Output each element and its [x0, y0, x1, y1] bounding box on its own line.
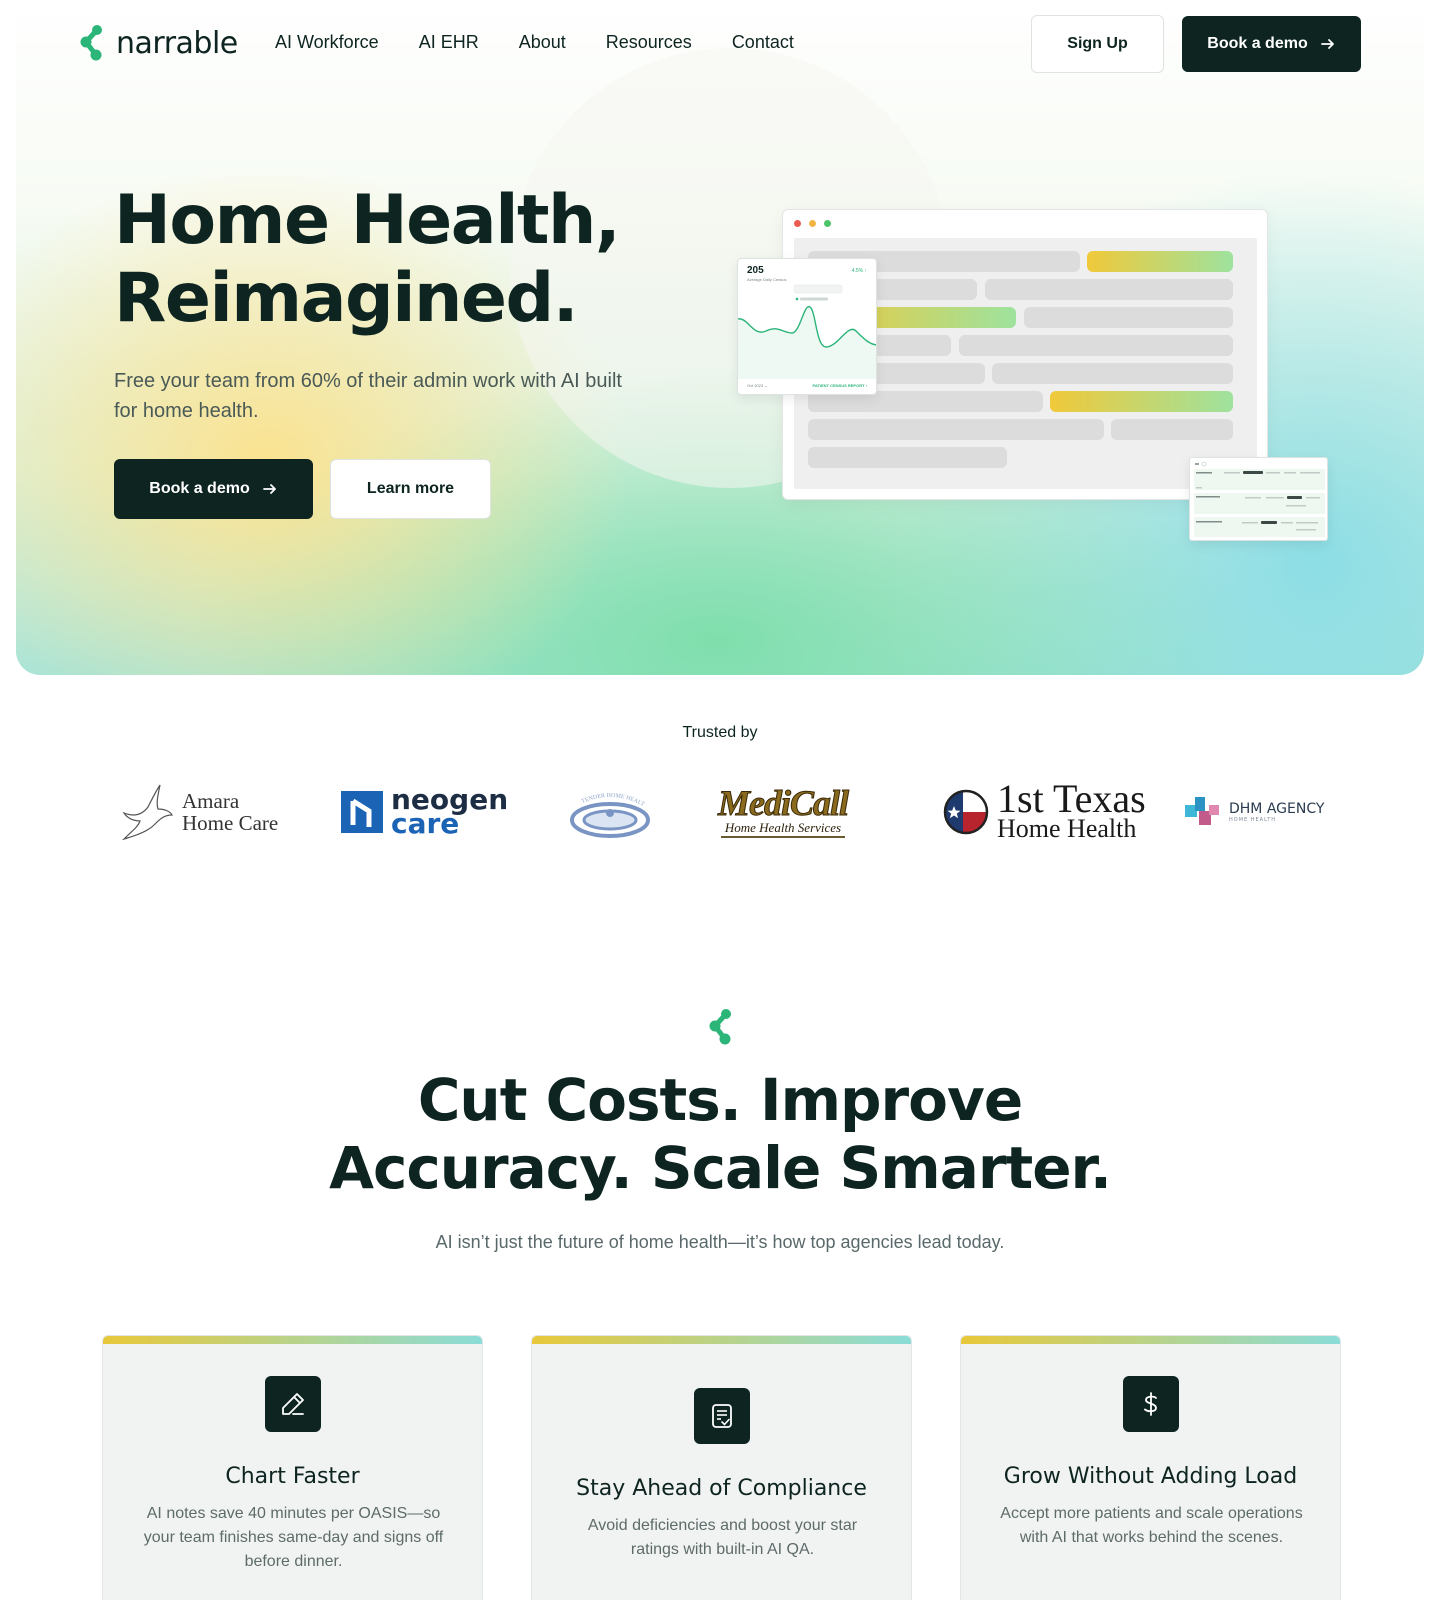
dove-icon — [121, 784, 173, 841]
card-title: Stay Ahead of Compliance — [576, 1476, 867, 1501]
arrow-right-icon — [262, 484, 276, 494]
first-texas-home-health-logo: 1st Texas Home Health — [943, 776, 1146, 844]
hero-book-demo-button[interactable]: Book a demo — [114, 459, 313, 519]
nav-link-resources[interactable]: Resources — [606, 32, 692, 53]
maximize-dot-icon — [824, 220, 831, 227]
hero-book-demo-label: Book a demo — [149, 480, 250, 497]
narrable-logo-icon — [80, 25, 102, 61]
nav-link-ai-workforce[interactable]: AI Workforce — [275, 32, 379, 53]
medicall-line-2: Home Health Services — [720, 820, 846, 838]
highlight-bar — [1050, 391, 1233, 412]
document-check-icon — [712, 1404, 732, 1428]
medicall-logo: MediCall Home Health Services — [717, 780, 850, 844]
section-title-line-2: Accuracy. Scale Smarter. — [329, 1134, 1112, 1202]
placeholder-bar — [985, 279, 1233, 300]
dhm-line-2: HOME HEALTH — [1229, 817, 1277, 823]
nav-link-contact[interactable]: Contact — [732, 32, 794, 53]
dhm-agency-logo: DHM AGENCY HOME HEALTH — [1185, 780, 1324, 844]
card-icon-badge — [1123, 1376, 1179, 1432]
card-text: Accept more patients and scale operation… — [1000, 1505, 1303, 1546]
card-icon-badge — [694, 1388, 750, 1444]
census-period-select: Oct 2023 ⌄ — [747, 383, 768, 388]
feature-card-grow: Grow Without Adding Load Accept more pat… — [960, 1335, 1341, 1600]
feature-card-compliance: Stay Ahead of Compliance Avoid deficienc… — [531, 1335, 912, 1600]
pencil-icon — [282, 1393, 304, 1415]
placeholder-bar — [959, 335, 1233, 356]
learn-more-label: Learn more — [366, 480, 455, 497]
sign-up-button[interactable]: Sign Up — [1031, 15, 1164, 73]
schedule-mini-table — [1194, 461, 1325, 537]
hero-title-line-2: Reimagined. — [114, 259, 579, 338]
tender-home-health-logo: TENDER HOME HEALTH — [569, 780, 651, 844]
window-controls — [794, 220, 831, 227]
texas-flag-circle-icon — [943, 789, 989, 835]
neogen-care-logo: neogen care — [341, 780, 508, 844]
client-logos: Amara Home Care neogen care TENDER HOME … — [0, 776, 1440, 844]
arrow-right-icon — [1320, 39, 1334, 49]
census-report-link: PATIENT CENSUS REPORT › — [812, 383, 867, 388]
highlight-bar — [1087, 251, 1233, 272]
sign-up-label: Sign Up — [1067, 35, 1128, 52]
placeholder-bar — [992, 363, 1233, 384]
census-mini-chart-card: 205 Average Daily Census 4.5% ↑ Oct 2023… — [737, 258, 877, 395]
first-texas-line-2: Home Health — [997, 814, 1137, 843]
card-gradient-bar — [532, 1336, 911, 1344]
hero-subtitle: Free your team from 60% of their admin w… — [114, 370, 622, 422]
nav-book-demo-label: Book a demo — [1207, 35, 1308, 52]
dhm-mark-icon — [1185, 797, 1219, 825]
card-title: Chart Faster — [225, 1464, 360, 1489]
section-title-line-1: Cut Costs. Improve — [417, 1066, 1023, 1134]
dhm-line-1: DHM AGENCY — [1229, 801, 1325, 817]
hero-title: Home Health, Reimagined. — [114, 182, 674, 338]
logo-link[interactable]: narrable — [78, 24, 238, 62]
section-title: Cut Costs. Improve Accuracy. Scale Smart… — [0, 1066, 1440, 1202]
close-dot-icon — [794, 220, 801, 227]
feature-card-chart-faster: Chart Faster AI notes save 40 minutes pe… — [102, 1335, 483, 1600]
amara-line-2: Home Care — [182, 811, 279, 835]
narrable-mark-icon — [709, 1009, 731, 1045]
placeholder-bar — [808, 447, 1007, 468]
dollar-icon — [1144, 1392, 1157, 1416]
brand-name: narrable — [116, 25, 238, 61]
card-title: Grow Without Adding Load — [1003, 1464, 1298, 1489]
nav-book-demo-button[interactable]: Book a demo — [1182, 16, 1361, 72]
card-gradient-bar — [961, 1336, 1340, 1344]
card-gradient-bar — [103, 1336, 482, 1344]
neogen-mark-icon — [341, 791, 383, 833]
card-text: AI notes save 40 minutes per OASIS—so yo… — [143, 1505, 444, 1570]
placeholder-bar — [808, 419, 1104, 440]
card-text: Avoid deficiencies and boost your star r… — [587, 1517, 858, 1558]
nav-link-about[interactable]: About — [519, 32, 566, 53]
nav-link-ai-ehr[interactable]: AI EHR — [419, 32, 479, 53]
tender-home-health-emblem: TENDER HOME HEALTH — [569, 784, 650, 838]
amara-line-1: Amara — [182, 789, 240, 813]
nav-links: AI Workforce AI EHR About Resources Cont… — [275, 32, 794, 53]
first-texas-line-1: 1st Texas — [997, 776, 1146, 821]
learn-more-button[interactable]: Learn more — [330, 459, 491, 519]
amara-home-care-logo: Amara Home Care — [120, 780, 278, 844]
medicall-line-1: MediCall — [717, 783, 849, 823]
placeholder-bar — [1111, 419, 1233, 440]
census-line-chart — [738, 284, 876, 379]
hero-title-line-1: Home Health, — [114, 181, 621, 260]
card-icon-badge — [265, 1376, 321, 1432]
schedule-mini-card — [1189, 457, 1328, 541]
trusted-by-heading: Trusted by — [682, 724, 758, 741]
placeholder-bar — [1024, 307, 1233, 328]
section-subtitle: AI isn’t just the future of home health—… — [435, 1232, 1005, 1252]
top-navigation: narrable AI Workforce AI EHR About Resou… — [0, 0, 1440, 88]
minimize-dot-icon — [809, 220, 816, 227]
